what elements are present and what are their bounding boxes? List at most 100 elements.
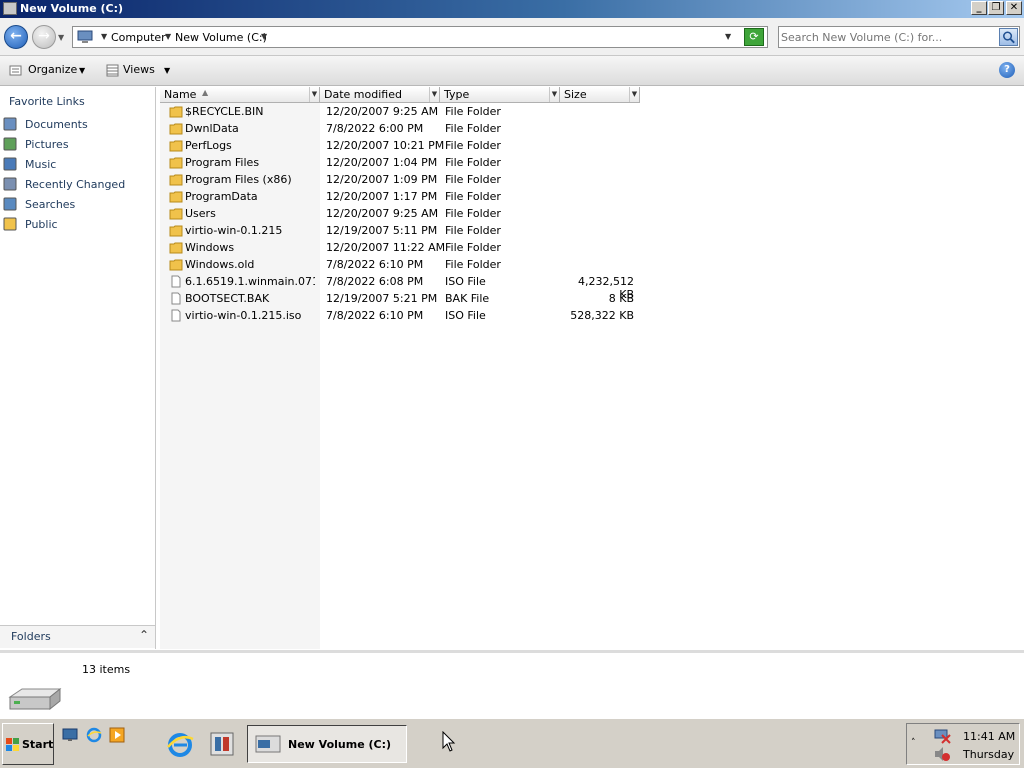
address-dropdown-icon[interactable]: ▼	[725, 32, 731, 41]
file-date: 7/8/2022 6:08 PM	[326, 275, 424, 288]
maximize-button[interactable]: ❐	[988, 1, 1004, 15]
file-type: File Folder	[445, 173, 501, 186]
command-toolbar: Organize ▼ Views ▼ ?	[0, 56, 1024, 86]
sidebar-item-label: Searches	[25, 198, 76, 211]
breadcrumb-new-volume[interactable]: New Volume (C:)	[175, 31, 267, 44]
file-row[interactable]: Program Files 12/20/2007 1:04 PM File Fold…	[160, 154, 640, 171]
file-type: BAK File	[445, 292, 490, 305]
folder-icon	[169, 259, 183, 271]
search-box[interactable]	[778, 26, 1020, 48]
file-row[interactable]: ProgramData 12/20/2007 1:17 PM File Folder	[160, 188, 640, 205]
recent-icon	[3, 177, 17, 191]
file-row[interactable]: virtio-win-0.1.215 12/19/2007 5:11 PM File…	[160, 222, 640, 239]
folder-icon	[169, 208, 183, 220]
taskbar-button-new-volume[interactable]: New Volume (C:)	[247, 725, 407, 763]
search-icon[interactable]	[999, 28, 1018, 46]
sidebar-item-public[interactable]: Public	[0, 216, 155, 234]
sidebar-item-documents[interactable]: Documents	[0, 116, 155, 134]
server-manager-icon[interactable]	[207, 729, 237, 759]
sidebar-item-searches[interactable]: Searches	[0, 196, 155, 214]
file-date: 12/20/2007 9:25 AM	[326, 105, 439, 118]
sidebar-item-label: Pictures	[25, 138, 69, 151]
show-hidden-icons-button[interactable]: ˄	[911, 738, 916, 748]
file-type: File Folder	[445, 122, 501, 135]
sidebar-item-pictures[interactable]: Pictures	[0, 136, 155, 154]
search-input[interactable]	[781, 29, 995, 45]
start-button[interactable]: Start	[2, 723, 54, 765]
show-desktop-icon[interactable]	[62, 727, 78, 743]
folder-icon	[169, 174, 183, 186]
network-error-icon[interactable]	[933, 728, 951, 744]
window-title: New Volume (C:)	[20, 2, 124, 15]
views-dropdown-icon[interactable]: ▼	[164, 66, 170, 75]
file-row[interactable]: DwnlData 7/8/2022 6:00 PM File Folder	[160, 120, 640, 137]
column-filter-dropdown-icon[interactable]: ▼	[549, 87, 559, 102]
taskbar-button-label: New Volume (C:)	[288, 738, 392, 751]
breadcrumb-arrow-icon[interactable]: ▼	[101, 32, 107, 41]
column-header-name[interactable]: Name ▲ ▼	[160, 87, 320, 103]
file-row[interactable]: $RECYCLE.BIN 12/20/2007 9:25 AM File Folde…	[160, 103, 640, 120]
column-size-label: Size	[564, 88, 587, 101]
favorite-links-header: Favorite Links	[9, 95, 85, 108]
organize-dropdown-icon[interactable]: ▼	[79, 66, 85, 75]
column-header-type[interactable]: Type ▼	[440, 87, 560, 103]
documents-icon	[3, 117, 17, 131]
clock-time[interactable]: 11:41 AM	[963, 730, 1015, 743]
sidebar-item-label: Recently Changed	[25, 178, 126, 191]
organize-button[interactable]: Organize	[28, 63, 77, 76]
media-player-icon[interactable]	[109, 727, 125, 743]
file-type: File Folder	[445, 241, 501, 254]
internet-explorer-large-icon[interactable]	[165, 729, 195, 759]
volume-muted-icon[interactable]	[933, 746, 951, 762]
forward-button[interactable]: →	[32, 25, 56, 49]
back-button[interactable]: ←	[4, 25, 28, 49]
file-date: 12/20/2007 1:17 PM	[326, 190, 438, 203]
chevron-up-icon[interactable]: ⌃	[139, 628, 149, 642]
sidebar-item-music[interactable]: Music	[0, 156, 155, 174]
column-filter-dropdown-icon[interactable]: ▼	[429, 87, 439, 102]
file-row[interactable]: BOOTSECT.BAK 12/19/2007 5:21 PM BAK File 8 …	[160, 290, 640, 307]
file-row[interactable]: virtio-win-0.1.215.iso 7/8/2022 6:10 PM IS…	[160, 307, 640, 324]
file-row[interactable]: Users 12/20/2007 9:25 AM File Folder	[160, 205, 640, 222]
close-button[interactable]: ✕	[1006, 1, 1022, 15]
file-name: 6.1.6519.1.winmain.071...	[185, 275, 315, 288]
file-size: 8 KB	[608, 292, 634, 305]
folder-icon	[169, 242, 183, 254]
folders-toggle[interactable]: Folders ⌃	[0, 625, 156, 648]
folder-icon	[169, 157, 183, 169]
views-button[interactable]: Views	[123, 63, 155, 76]
title-bar: New Volume (C:) _ ❐ ✕	[0, 0, 1024, 18]
clock-day[interactable]: Thursday	[963, 748, 1014, 761]
help-icon[interactable]: ?	[999, 62, 1015, 78]
file-row[interactable]: PerfLogs 12/20/2007 10:21 PM File Folder	[160, 137, 640, 154]
window-app-icon[interactable]	[3, 2, 17, 15]
navigation-bar: ← → ▼ ▼ Computer ▼ New Volume (C:) ▼ ▼ ⟳	[0, 18, 1024, 56]
breadcrumb-arrow-icon[interactable]: ▼	[165, 32, 171, 41]
column-filter-dropdown-icon[interactable]: ▼	[629, 87, 639, 102]
file-date: 12/20/2007 10:21 PM	[326, 139, 445, 152]
file-row[interactable]: Program Files (x86) 12/20/2007 1:09 PM Fil…	[160, 171, 640, 188]
file-icon	[171, 309, 181, 322]
sidebar-item-recently-changed[interactable]: Recently Changed	[0, 176, 155, 194]
breadcrumb-computer[interactable]: Computer	[111, 31, 166, 44]
column-name-label: Name	[164, 88, 197, 101]
address-bar[interactable]: ▼ Computer ▼ New Volume (C:) ▼ ▼	[72, 26, 768, 48]
file-type: File Folder	[445, 105, 501, 118]
column-header-size[interactable]: Size ▼	[560, 87, 640, 103]
breadcrumb-arrow-icon[interactable]: ▼	[261, 32, 267, 41]
minimize-button[interactable]: _	[971, 1, 987, 15]
refresh-button[interactable]: ⟳	[744, 28, 764, 46]
recent-pages-dropdown-icon[interactable]: ▼	[58, 33, 64, 42]
start-label: Start	[22, 738, 54, 751]
file-row[interactable]: Windows 12/20/2007 11:22 AM File Folder	[160, 239, 640, 256]
file-row[interactable]: 6.1.6519.1.winmain.071... 7/8/2022 6:08 P…	[160, 273, 640, 301]
file-type: File Folder	[445, 190, 501, 203]
file-date: 12/20/2007 1:04 PM	[326, 156, 438, 169]
file-date: 7/8/2022 6:10 PM	[326, 309, 424, 322]
file-icon	[171, 275, 181, 288]
column-header-date[interactable]: Date modified ▼	[320, 87, 440, 103]
column-filter-dropdown-icon[interactable]: ▼	[309, 87, 319, 102]
file-type: File Folder	[445, 224, 501, 237]
internet-explorer-icon[interactable]	[86, 727, 102, 743]
file-row[interactable]: Windows.old 7/8/2022 6:10 PM File Folder	[160, 256, 640, 273]
